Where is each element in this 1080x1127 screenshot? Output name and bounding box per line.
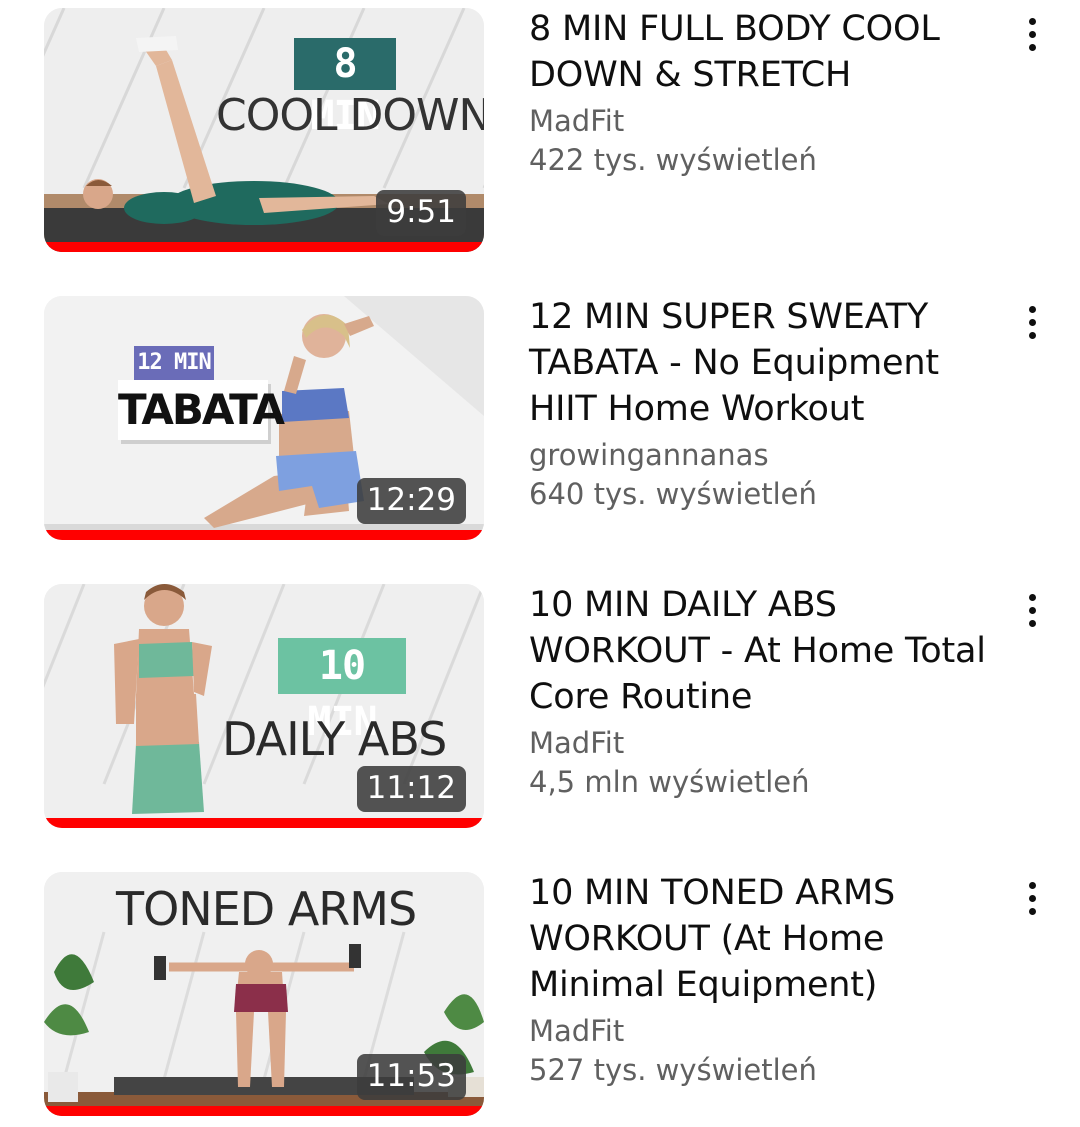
more-vert-icon[interactable] <box>1012 588 1052 632</box>
video-thumbnail[interactable]: 10 MIN DAILY ABS 11:12 <box>44 584 484 828</box>
watch-progress-bar <box>44 818 484 828</box>
video-item[interactable]: 10 MIN DAILY ABS 11:12 10 MIN DAILY ABS … <box>0 576 1080 828</box>
thumbnail-caption: TONED ARMS <box>116 882 417 936</box>
video-title[interactable]: 12 MIN SUPER SWEATY TABATA - No Equipmen… <box>529 294 999 432</box>
watch-progress-bar <box>44 242 484 252</box>
channel-name[interactable]: MadFit <box>529 1012 999 1051</box>
duration-badge: 11:53 <box>356 1054 466 1100</box>
watch-progress-bar <box>44 530 484 540</box>
duration-badge: 11:12 <box>356 766 466 812</box>
view-count: 422 tys. wyświetleń <box>529 143 817 177</box>
video-title[interactable]: 8 MIN FULL BODY COOL DOWN & STRETCH <box>529 6 999 98</box>
channel-name[interactable]: MadFit <box>529 102 999 141</box>
thumbnail-badge: 8 MIN <box>294 38 396 139</box>
more-vert-icon[interactable] <box>1012 300 1052 344</box>
view-count: 640 tys. wyświetleń <box>529 477 817 511</box>
more-vert-icon[interactable] <box>1012 876 1052 920</box>
thumbnail-badge: 10 MIN <box>278 638 406 745</box>
more-vert-icon[interactable] <box>1012 12 1052 56</box>
thumbnail-caption: TABATA <box>118 380 285 440</box>
duration-badge: 9:51 <box>376 190 466 236</box>
view-count: 527 tys. wyświetleń <box>529 1053 817 1087</box>
video-title[interactable]: 10 MIN TONED ARMS WORKOUT (At Home Minim… <box>529 870 999 1008</box>
channel-name[interactable]: MadFit <box>529 724 999 763</box>
video-meta: 12 MIN SUPER SWEATY TABATA - No Equipmen… <box>529 294 999 514</box>
watch-progress-bar <box>44 1106 484 1116</box>
thumbnail-caption: COOL DOWN <box>216 90 484 141</box>
view-count: 4,5 mln wyświetleń <box>529 765 810 799</box>
thumbnail-caption: DAILY ABS <box>222 712 447 766</box>
thumbnail-badge: 12 MIN <box>134 346 214 380</box>
video-item[interactable]: TONED ARMS 11:53 10 MIN TONED ARMS WORKO… <box>0 864 1080 1116</box>
video-item[interactable]: 12 MIN TABATA 12:29 12 MIN SUPER SWEATY … <box>0 288 1080 540</box>
video-thumbnail[interactable]: TONED ARMS 11:53 <box>44 872 484 1116</box>
video-meta: 8 MIN FULL BODY COOL DOWN & STRETCH MadF… <box>529 6 999 180</box>
video-meta: 10 MIN DAILY ABS WORKOUT - At Home Total… <box>529 582 999 802</box>
duration-badge: 12:29 <box>356 478 466 524</box>
channel-name[interactable]: growingannanas <box>529 436 999 475</box>
video-thumbnail[interactable]: 8 MIN COOL DOWN 9:51 <box>44 8 484 252</box>
video-title[interactable]: 10 MIN DAILY ABS WORKOUT - At Home Total… <box>529 582 999 720</box>
video-item[interactable]: 8 MIN COOL DOWN 9:51 8 MIN FULL BODY COO… <box>0 0 1080 252</box>
video-meta: 10 MIN TONED ARMS WORKOUT (At Home Minim… <box>529 870 999 1090</box>
video-thumbnail[interactable]: 12 MIN TABATA 12:29 <box>44 296 484 540</box>
